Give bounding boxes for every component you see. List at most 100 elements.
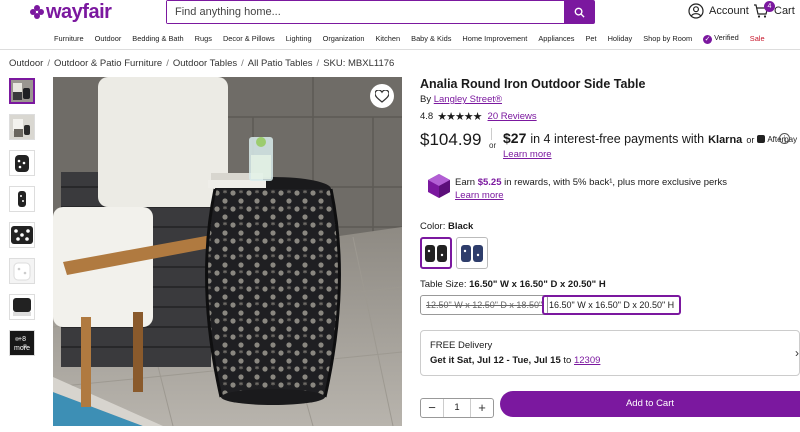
- thumbnail-1[interactable]: [9, 78, 35, 104]
- brand-line: By Langley Street®: [420, 94, 502, 105]
- nav-item-sale[interactable]: Sale: [750, 34, 765, 43]
- rewards-learn-more-link[interactable]: Learn more: [455, 190, 504, 201]
- breadcrumb-sku: SKU: MBXL1176: [323, 58, 395, 69]
- nav-item-verified[interactable]: ✓ Verified: [703, 33, 739, 44]
- rewards-text: Earn $5.25 in rewards, with 5% back¹, pl…: [455, 177, 727, 188]
- reviews-link[interactable]: 20 Reviews: [488, 111, 537, 122]
- category-nav: Furniture Outdoor Bedding & Bath Rugs De…: [0, 28, 800, 50]
- decrease-quantity-button[interactable]: −: [421, 399, 443, 417]
- rewards-amount: $5.25: [477, 177, 502, 188]
- nav-item-holiday[interactable]: Holiday: [608, 34, 633, 43]
- search-bar: [166, 0, 595, 24]
- site-header: wayfair Account 4 Cart: [0, 0, 800, 26]
- favorite-button[interactable]: [370, 84, 394, 108]
- cart-label: Cart: [774, 5, 795, 17]
- more-images-label: +8 more: [10, 331, 34, 355]
- chevron-right-icon: ›: [795, 346, 799, 360]
- color-label: Color: Black: [420, 221, 473, 232]
- nav-item-baby-kids[interactable]: Baby & Kids: [411, 34, 451, 43]
- product-price: $104.99: [420, 130, 482, 149]
- quantity-value[interactable]: 1: [443, 399, 471, 417]
- or-label: or: [489, 141, 497, 150]
- color-swatch-blue[interactable]: [456, 237, 488, 269]
- nav-item-decor-pillows[interactable]: Decor & Pillows: [223, 34, 275, 43]
- or-label-2: or: [746, 135, 755, 145]
- installment-learn-more-link[interactable]: Learn more: [503, 149, 552, 160]
- nav-item-furniture[interactable]: Furniture: [54, 34, 84, 43]
- search-input[interactable]: [167, 1, 563, 23]
- product-main-image[interactable]: [53, 77, 402, 426]
- account-label: Account: [709, 5, 749, 17]
- verified-label: Verified: [714, 33, 739, 42]
- account-button[interactable]: Account: [688, 3, 749, 19]
- thumbnail-2[interactable]: [9, 114, 35, 140]
- size-option-small[interactable]: 12.50" W x 12.50" D x 18.50": [420, 295, 549, 315]
- installment-offer: $27 in 4 interest-free payments with Kla…: [503, 130, 797, 146]
- installment-text: in 4 interest-free payments with: [530, 132, 705, 146]
- thumbnail-more[interactable]: +8 more: [9, 330, 35, 356]
- delivery-title: FREE Delivery: [430, 340, 493, 351]
- thumbnail-7[interactable]: [9, 294, 35, 320]
- installment-amount: $27: [503, 130, 527, 146]
- nav-item-shop-by-room[interactable]: Shop by Room: [643, 34, 692, 43]
- afterpay-icon: [757, 135, 766, 143]
- rewards-suffix: in rewards, with 5% back¹, plus more exc…: [504, 177, 727, 188]
- rewards-gem-icon: [428, 174, 450, 198]
- delivery-date: Get it Sat, Jul 12 - Tue, Jul 15 to 1230…: [430, 355, 600, 366]
- add-to-cart-button[interactable]: Add to Cart: [500, 391, 800, 417]
- nav-item-outdoor[interactable]: Outdoor: [95, 34, 122, 43]
- logo-mark-icon: [30, 5, 44, 19]
- brand-link[interactable]: Langley Street®: [434, 94, 502, 105]
- search-button[interactable]: [564, 1, 594, 23]
- by-label: By: [420, 94, 432, 105]
- earn-label: Earn: [455, 177, 476, 188]
- nav-item-kitchen[interactable]: Kitchen: [375, 34, 400, 43]
- user-icon: [688, 3, 704, 19]
- size-label: Table Size: 16.50" W x 16.50" D x 20.50"…: [420, 279, 606, 290]
- increase-quantity-button[interactable]: +: [471, 399, 493, 417]
- breadcrumb-all-patio-tables[interactable]: All Patio Tables: [248, 58, 313, 69]
- wayfair-logo[interactable]: wayfair: [30, 1, 112, 23]
- side-table-photo: [53, 77, 402, 426]
- info-icon[interactable]: i: [779, 133, 790, 144]
- size-label-text: Table Size:: [420, 279, 467, 290]
- delivery-box[interactable]: FREE Delivery Get it Sat, Jul 12 - Tue, …: [420, 330, 800, 376]
- thumbnail-6[interactable]: [9, 258, 35, 284]
- breadcrumb-outdoor-patio-furniture[interactable]: Outdoor & Patio Furniture: [54, 58, 162, 69]
- breadcrumb-outdoor[interactable]: Outdoor: [9, 58, 43, 69]
- price-divider: [491, 128, 492, 140]
- breadcrumb-outdoor-tables[interactable]: Outdoor Tables: [173, 58, 237, 69]
- nav-item-appliances[interactable]: Appliances: [538, 34, 574, 43]
- thumbnail-list: +8 more: [9, 78, 37, 366]
- verified-check-icon: ✓: [703, 35, 713, 44]
- nav-item-home-improvement[interactable]: Home Improvement: [462, 34, 527, 43]
- star-rating-icon: ★★★★★: [437, 111, 482, 123]
- cart-button[interactable]: 4 Cart: [753, 1, 795, 19]
- heart-icon: [375, 89, 389, 103]
- nav-item-organization[interactable]: Organization: [323, 34, 365, 43]
- color-swatch-black[interactable]: [420, 237, 452, 269]
- size-option-large[interactable]: 16.50" W x 16.50" D x 20.50" H: [542, 295, 682, 315]
- nav-item-bedding-bath[interactable]: Bedding & Bath: [132, 34, 183, 43]
- thumbnail-4[interactable]: [9, 186, 35, 212]
- breadcrumb-separator: /: [47, 58, 50, 69]
- nav-item-pet[interactable]: Pet: [585, 34, 596, 43]
- color-label-text: Color:: [420, 221, 446, 232]
- thumbnail-5[interactable]: [9, 222, 35, 248]
- cart-count-badge: 4: [764, 1, 775, 12]
- rewards-banner: Earn $5.25 in rewards, with 5% back¹, pl…: [420, 166, 800, 206]
- product-title: Analia Round Iron Outdoor Side Table: [420, 77, 646, 91]
- thumbnail-3[interactable]: [9, 150, 35, 176]
- nav-item-lighting[interactable]: Lighting: [286, 34, 312, 43]
- rating-row: 4.8 ★★★★★ 20 Reviews: [420, 110, 537, 123]
- quantity-stepper: − 1 +: [420, 398, 494, 418]
- afterpay-logo: Afterpay: [757, 135, 797, 144]
- size-value: 16.50" W x 16.50" D x 20.50" H: [469, 279, 606, 290]
- breadcrumb-separator: /: [241, 58, 244, 69]
- rating-value: 4.8: [420, 111, 434, 122]
- klarna-logo: Klarna: [708, 134, 743, 146]
- breadcrumb: Outdoor / Outdoor & Patio Furniture / Outdoo…: [9, 58, 394, 69]
- nav-item-rugs[interactable]: Rugs: [195, 34, 212, 43]
- search-icon: [574, 7, 585, 18]
- delivery-zip-link[interactable]: 12309: [574, 355, 600, 366]
